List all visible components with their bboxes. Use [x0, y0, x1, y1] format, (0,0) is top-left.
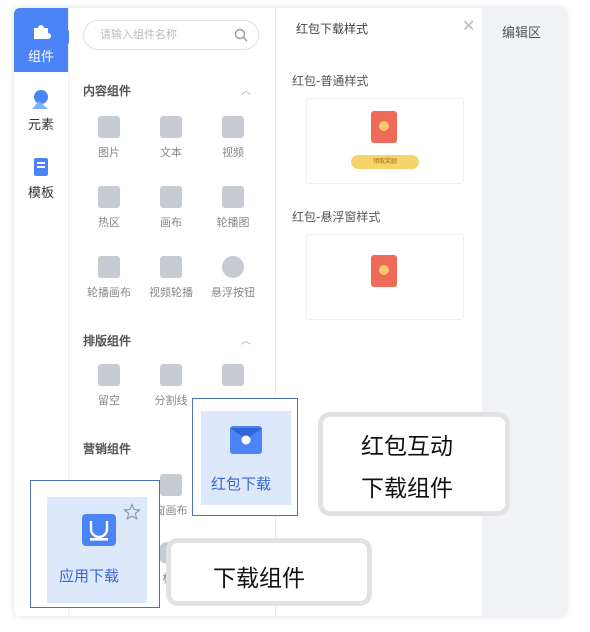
component-blank[interactable]: 留空 — [79, 364, 139, 408]
claim-pill: 领取奖励 — [351, 155, 419, 169]
style-label-float: 红包-悬浮窗样式 — [292, 210, 381, 224]
search-box[interactable] — [83, 20, 259, 50]
search-icon[interactable] — [234, 28, 248, 42]
style-panel: 红包下载样式 ✕ 红包-普通样式 领取奖励 红包-悬浮窗样式 — [276, 8, 482, 616]
image-icon — [98, 116, 120, 138]
section-title-content: 内容组件 — [83, 84, 132, 98]
envelope-seal — [379, 121, 389, 131]
carousel-canvas-icon — [98, 256, 120, 278]
rail-label: 组件 — [27, 50, 54, 65]
component-text[interactable]: 文本 — [141, 116, 201, 160]
edit-area-title: 编辑区 — [502, 26, 542, 41]
style-panel-title: 红包下载样式 — [296, 22, 369, 36]
style-card-float[interactable] — [306, 234, 464, 320]
component-carousel[interactable]: 轮播图 — [203, 186, 263, 230]
puzzle-icon — [34, 25, 51, 39]
rail-item-components[interactable]: 组件 — [14, 8, 68, 72]
red-envelope-icon — [371, 111, 397, 143]
shapes-icon — [32, 90, 48, 109]
app-download-highlight[interactable]: 应用下载 — [30, 480, 160, 608]
window-canvas-icon — [160, 474, 182, 496]
app-download-icon — [82, 514, 116, 546]
edit-area: 编辑区 — [482, 8, 566, 616]
star-icon[interactable] — [123, 503, 141, 521]
section-title-layout: 排版组件 — [83, 334, 132, 348]
hotspot-icon — [98, 186, 120, 208]
search-input[interactable] — [98, 27, 232, 42]
red-packet-download-label: 红包下载 — [211, 475, 272, 493]
component-carousel-canvas[interactable]: 轮播画布 — [79, 256, 139, 300]
component-image[interactable]: 图片 — [79, 116, 139, 160]
component-layers[interactable] — [203, 364, 263, 392]
callout-line-1: 红包互动 — [361, 434, 453, 460]
rail-label: 元素 — [27, 118, 54, 133]
video-icon — [222, 116, 244, 138]
divider-icon — [160, 364, 182, 386]
canvas-icon — [160, 186, 182, 208]
component-video-carousel[interactable]: 视频轮播 — [141, 256, 201, 300]
style-card-normal[interactable]: 领取奖励 — [306, 98, 464, 184]
app-download-label: 应用下载 — [59, 567, 120, 585]
float-button-icon — [222, 256, 244, 278]
download-callout: 下载组件 — [166, 538, 372, 606]
section-title-marketing: 营销组件 — [83, 442, 132, 456]
envelope-seal — [379, 265, 389, 275]
carousel-icon — [222, 186, 244, 208]
callout-download-label: 下载组件 — [213, 566, 305, 592]
style-label-normal: 红包-普通样式 — [292, 74, 369, 88]
layers-icon — [222, 364, 244, 386]
component-canvas[interactable]: 画布 — [141, 186, 201, 230]
red-packet-download-highlight[interactable]: 红包下载 — [192, 398, 298, 516]
rail-item-elements[interactable]: 元素 — [14, 76, 68, 140]
chevron-up-icon[interactable]: ︿ — [241, 82, 251, 97]
close-icon[interactable]: ✕ — [462, 16, 475, 35]
red-envelope-icon — [371, 255, 397, 287]
component-hotspot[interactable]: 热区 — [79, 186, 139, 230]
red-packet-download-icon — [230, 426, 262, 454]
text-icon — [160, 116, 182, 138]
rail-label: 模板 — [27, 186, 54, 201]
blank-icon — [98, 364, 120, 386]
component-video[interactable]: 视频 — [203, 116, 263, 160]
chevron-up-icon[interactable]: ︿ — [241, 332, 251, 347]
rail-item-templates[interactable]: 模板 — [14, 144, 68, 208]
red-packet-callout: 红包互动 下载组件 — [318, 412, 510, 516]
component-float-button[interactable]: 悬浮按钮 — [203, 256, 263, 300]
video-carousel-icon — [160, 256, 182, 278]
template-icon — [34, 158, 48, 176]
callout-line-2: 下载组件 — [361, 476, 453, 502]
